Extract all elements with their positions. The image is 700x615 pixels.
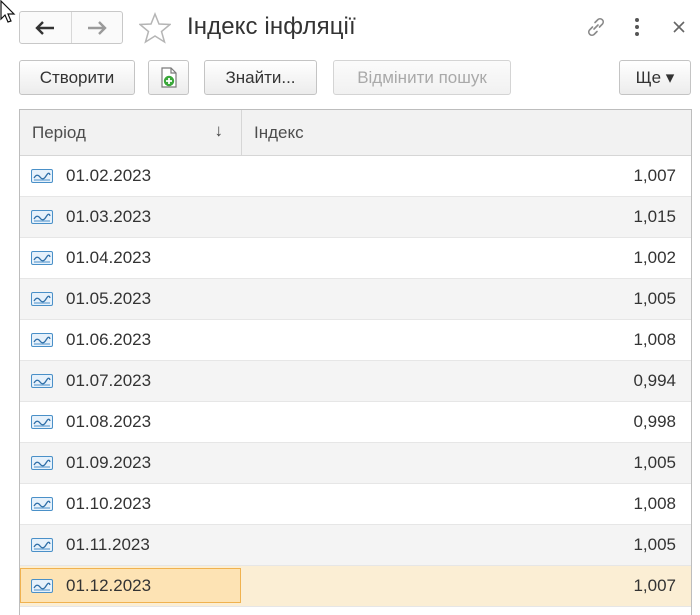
period-cell[interactable]: 01.09.2023 (20, 443, 242, 483)
register-record-icon (31, 210, 53, 224)
register-record-icon (31, 538, 53, 552)
add-copy-button[interactable] (148, 60, 189, 95)
table-row[interactable]: 01.02.2023 1,007 (20, 156, 691, 197)
period-value: 01.02.2023 (66, 166, 152, 185)
table-row[interactable]: 01.11.2023 1,005 (20, 525, 691, 566)
period-cell[interactable]: 01.05.2023 (20, 279, 242, 319)
period-value: 01.11.2023 (66, 535, 150, 554)
more-actions-button[interactable] (625, 15, 649, 39)
index-value: 1,007 (633, 576, 676, 595)
register-record-icon (31, 497, 53, 511)
period-cell[interactable]: 01.06.2023 (20, 320, 242, 360)
table-row[interactable]: 01.08.2023 0,998 (20, 402, 691, 443)
period-cell[interactable]: 01.03.2023 (20, 197, 242, 237)
close-icon (673, 21, 685, 33)
table-row[interactable]: 01.04.2023 1,002 (20, 238, 691, 279)
index-value: 1,007 (633, 166, 676, 185)
index-cell[interactable]: 1,008 (242, 320, 691, 360)
star-icon[interactable] (139, 12, 171, 44)
index-cell[interactable]: 1,007 (241, 566, 691, 606)
link-icon (588, 18, 604, 36)
back-button[interactable] (20, 12, 71, 43)
register-record-icon (31, 415, 53, 429)
period-cell[interactable]: 01.11.2023 (20, 525, 242, 565)
period-value: 01.05.2023 (66, 289, 152, 308)
link-button[interactable] (584, 15, 608, 39)
period-value: 01.07.2023 (66, 371, 152, 390)
table-body: 01.02.2023 1,007 01.03.2023 1,015 01.04.2023… (20, 156, 691, 607)
index-cell[interactable]: 1,008 (242, 484, 691, 524)
register-record-icon (31, 333, 53, 347)
register-record-icon (31, 169, 53, 183)
kebab-menu-icon (635, 18, 639, 36)
index-value: 1,008 (633, 494, 676, 513)
add-document-icon (160, 66, 177, 88)
index-cell[interactable]: 0,994 (242, 361, 691, 401)
index-cell[interactable]: 1,002 (242, 238, 691, 278)
index-value: 1,002 (633, 248, 676, 267)
index-cell[interactable]: 1,005 (242, 443, 691, 483)
column-header-period-label: Період (32, 122, 86, 142)
cancel-search-button[interactable]: Відмінити пошук (333, 60, 511, 95)
table-row[interactable]: 01.09.2023 1,005 (20, 443, 691, 484)
index-value: 1,005 (633, 535, 676, 554)
period-value: 01.03.2023 (66, 207, 152, 226)
register-record-icon (31, 578, 53, 593)
index-value: 0,994 (633, 371, 676, 390)
index-cell[interactable]: 1,005 (242, 279, 691, 319)
table-row[interactable]: 01.05.2023 1,005 (20, 279, 691, 320)
register-record-icon (31, 374, 53, 388)
period-cell[interactable]: 01.12.2023 (20, 568, 241, 603)
index-value: 0,998 (633, 412, 676, 431)
forward-button[interactable] (70, 12, 123, 43)
close-button[interactable] (667, 15, 691, 39)
period-cell[interactable]: 01.04.2023 (20, 238, 242, 278)
period-cell[interactable]: 01.10.2023 (20, 484, 242, 524)
register-record-icon (31, 251, 53, 265)
period-value: 01.09.2023 (66, 453, 152, 472)
inflation-index-table: Період ↓ Індекс 01.02.2023 1,007 01.03.202… (19, 109, 692, 615)
navigation-group (19, 11, 123, 44)
index-cell[interactable]: 1,007 (242, 156, 691, 196)
find-button[interactable]: Знайти... (204, 60, 317, 95)
table-row[interactable]: 01.03.2023 1,015 (20, 197, 691, 238)
table-row[interactable]: 01.06.2023 1,008 (20, 320, 691, 361)
index-value: 1,005 (633, 289, 676, 308)
index-value: 1,015 (633, 207, 676, 226)
period-cell[interactable]: 01.08.2023 (20, 402, 242, 442)
index-value: 1,005 (633, 453, 676, 472)
period-value: 01.10.2023 (66, 494, 152, 513)
register-record-icon (31, 292, 53, 306)
register-record-icon (31, 456, 53, 470)
arrow-left-icon (35, 20, 55, 35)
more-menu-button[interactable]: Ще ▾ (619, 60, 691, 95)
table-header: Період ↓ Індекс (20, 110, 691, 156)
period-value: 01.06.2023 (66, 330, 152, 349)
period-cell[interactable]: 01.07.2023 (20, 361, 242, 401)
create-button[interactable]: Створити (19, 60, 135, 95)
column-header-index[interactable]: Індекс (242, 110, 691, 155)
page-title: Індекс інфляції (187, 13, 356, 40)
index-cell[interactable]: 1,005 (242, 525, 691, 565)
arrow-right-icon (87, 20, 107, 35)
period-value: 01.04.2023 (66, 248, 152, 267)
index-value: 1,008 (633, 330, 676, 349)
table-row[interactable]: 01.07.2023 0,994 (20, 361, 691, 402)
sort-descending-icon: ↓ (214, 121, 224, 140)
period-cell[interactable]: 01.02.2023 (20, 156, 242, 196)
index-cell[interactable]: 0,998 (242, 402, 691, 442)
table-row[interactable]: 01.12.2023 1,007 (20, 566, 691, 607)
column-header-index-label: Індекс (254, 122, 304, 142)
period-value: 01.12.2023 (66, 575, 152, 595)
period-value: 01.08.2023 (66, 412, 152, 431)
column-header-period[interactable]: Період ↓ (20, 110, 242, 155)
window-header: Індекс інфляції (0, 0, 700, 56)
index-cell[interactable]: 1,015 (242, 197, 691, 237)
table-row[interactable]: 01.10.2023 1,008 (20, 484, 691, 525)
